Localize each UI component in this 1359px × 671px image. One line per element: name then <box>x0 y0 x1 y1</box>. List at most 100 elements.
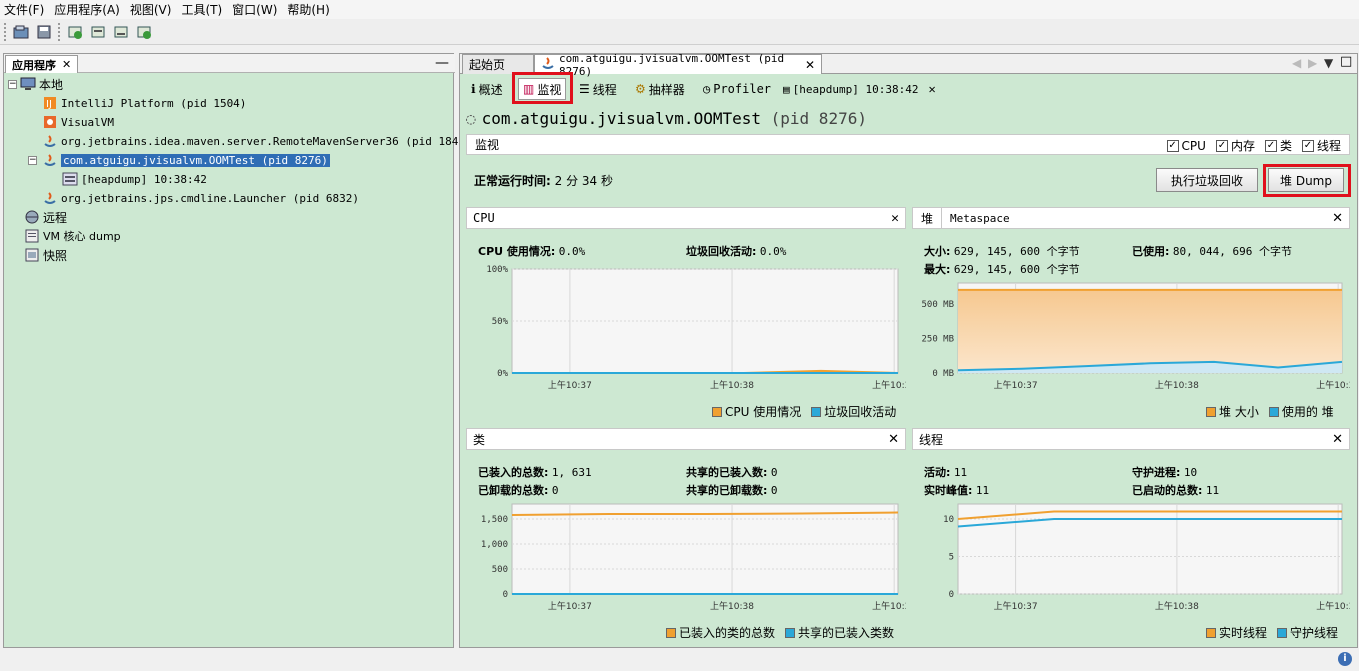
cpu-legend: CPU 使用情况 垃圾回收活动 <box>712 403 896 420</box>
maximize-icon[interactable]: □ <box>1340 54 1352 69</box>
unloaded-classes-stat: 已卸载的总数: 0 <box>478 484 559 497</box>
close-icon[interactable]: ✕ <box>1332 432 1343 447</box>
loaded-classes-stat: 已装入的总数: 1, 631 <box>478 466 592 479</box>
highlight-heap-dump-button <box>1263 164 1351 197</box>
classes-checkbox[interactable]: ✓ 类 <box>1264 137 1292 154</box>
toolbar-grip <box>4 22 8 41</box>
snapshot-icon <box>24 247 40 263</box>
x-tick-label: 上午10:38 <box>1155 600 1199 612</box>
toolbar <box>0 19 1359 45</box>
cpu-checkbox[interactable]: ✓ CPU <box>1166 137 1206 154</box>
x-tick-label: 上午10:39 <box>1316 379 1350 391</box>
close-icon[interactable]: ✕ <box>805 58 815 72</box>
heap-used-stat: 已使用: 80, 044, 696 个字节 <box>1132 245 1292 258</box>
tree-item-intellij[interactable]: IJ IntelliJ Platform (pid 1504) <box>42 94 246 112</box>
cpu-panel-header: CPU ✕ <box>466 207 906 229</box>
legend-swatch-blue <box>811 406 822 417</box>
profiler-clock-icon: ◷ <box>703 82 711 96</box>
y-tick-label: 10 <box>943 515 954 525</box>
threads-chart: 10 5 0 上午10:37 上午10:38 上午10:39 <box>943 503 1350 612</box>
open-file-icon[interactable] <box>12 23 30 41</box>
threads-checkbox[interactable]: ✓ 线程 <box>1301 137 1341 154</box>
tree-node-remote[interactable]: 远程 <box>24 208 67 226</box>
java-icon <box>42 190 58 206</box>
series-area <box>958 289 1342 373</box>
network-icon <box>24 209 40 225</box>
save-icon[interactable] <box>35 23 53 41</box>
close-icon[interactable]: ✕ <box>1332 211 1343 226</box>
minimize-icon[interactable]: — <box>435 55 449 71</box>
tree-item-visualvm[interactable]: VisualVM <box>42 113 114 131</box>
tab-threads[interactable]: ☰ 线程 <box>574 78 622 100</box>
tab-heap[interactable]: 堆 <box>913 208 943 228</box>
visualvm-icon <box>42 114 58 130</box>
tab-heapdump[interactable]: ▤ [heapdump] 10:38:42 ✕ <box>778 78 941 100</box>
add-jmx-icon[interactable] <box>66 23 84 41</box>
x-tick-label: 上午10:37 <box>548 379 592 391</box>
tab-overview[interactable]: ℹ 概述 <box>466 78 508 100</box>
applications-tab[interactable]: 应用程序 ✕ <box>5 55 79 73</box>
tree-item-launcher[interactable]: org.jetbrains.jps.cmdline.Launcher (pid … <box>42 189 359 207</box>
tab-sampler[interactable]: ⚙ 抽样器 <box>630 78 690 100</box>
tab-list-icon[interactable]: ▼ <box>1324 56 1333 70</box>
snapshot-icon[interactable] <box>135 23 153 41</box>
menu-tools[interactable]: 工具(T) <box>181 1 222 18</box>
tab-profiler[interactable]: ◷ Profiler <box>698 78 776 100</box>
y-tick-label: 0% <box>497 369 508 379</box>
x-tick-label: 上午10:38 <box>710 379 754 391</box>
menu-application[interactable]: 应用程序(A) <box>54 1 120 18</box>
threads-panel-header: 线程 ✕ <box>912 428 1350 450</box>
tab-scroll-left-icon[interactable]: ◀ <box>1292 56 1301 70</box>
java-icon <box>42 133 58 149</box>
collapse-icon[interactable]: − <box>28 155 37 165</box>
uptime: 正常运行时间: 2 分 34 秒 <box>474 174 613 188</box>
classes-panel: 类 ✕ 已装入的总数: 1, 631 已卸载的总数: 0 共享的已装入数: 0 共… <box>466 428 906 643</box>
tree-item-heapdump[interactable]: [heapdump] 10:38:42 <box>62 170 207 188</box>
heap-legend: 堆 大小 使用的 堆 <box>1206 403 1334 420</box>
x-tick-label: 上午10:37 <box>994 379 1038 391</box>
heap-dump-icon[interactable] <box>89 23 107 41</box>
x-tick-label: 上午10:39 <box>1316 600 1350 612</box>
page-title: ◌ com.atguigu.jvisualvm.OOMTest (pid 827… <box>466 109 867 128</box>
loading-spinner-icon: ◌ <box>466 109 476 128</box>
tree-node-coredump[interactable]: VM 核心 dump <box>24 227 121 245</box>
info-icon[interactable]: i <box>1338 652 1352 666</box>
menu-window[interactable]: 窗口(W) <box>232 1 277 18</box>
tab-start-page[interactable]: 起始页 <box>462 54 534 74</box>
x-tick-label: 上午10:38 <box>710 600 754 612</box>
started-threads-stat: 已启动的总数: 11 <box>1132 484 1220 497</box>
shared-loaded-stat: 共享的已装入数: 0 <box>686 466 778 479</box>
tree-item-maven-server[interactable]: org.jetbrains.idea.maven.server.RemoteMa… <box>42 132 478 150</box>
menu-bar: 文件(F) 应用程序(A) 视图(V) 工具(T) 窗口(W) 帮助(H) <box>0 0 1359 19</box>
x-tick-label: 上午10:39 <box>872 600 906 612</box>
tab-scroll-right-icon[interactable]: ▶ <box>1308 56 1317 70</box>
tree-node-snapshot[interactable]: 快照 <box>24 246 67 264</box>
y-tick-label: 1,500 <box>481 515 508 525</box>
live-threads-stat: 活动: 11 <box>924 466 968 479</box>
y-tick-label: 50% <box>492 317 509 327</box>
thread-dump-icon[interactable] <box>112 23 130 41</box>
tab-oomtest[interactable]: com.atguigu.jvisualvm.OOMTest (pid 8276)… <box>534 52 822 78</box>
svg-text:IJ: IJ <box>46 99 52 110</box>
menu-view[interactable]: 视图(V) <box>130 1 172 18</box>
perform-gc-button[interactable]: 执行垃圾回收 <box>1156 168 1258 192</box>
shared-unloaded-stat: 共享的已卸载数: 0 <box>686 484 778 497</box>
heap-size-stat: 大小: 629, 145, 600 个字节 <box>924 245 1080 258</box>
peak-threads-stat: 实时峰值: 11 <box>924 484 990 497</box>
collapse-icon[interactable]: − <box>8 79 17 89</box>
close-icon[interactable]: ✕ <box>888 432 899 447</box>
tree-node-local[interactable]: − 本地 <box>8 75 63 93</box>
memory-checkbox[interactable]: ✓ 内存 <box>1215 137 1255 154</box>
highlight-monitor-tab <box>512 72 573 104</box>
menu-file[interactable]: 文件(F) <box>4 1 44 18</box>
overview-icon: ℹ <box>471 82 476 96</box>
y-tick-label: 250 MB <box>921 334 954 344</box>
gc-activity-stat: 垃圾回收活动: 0.0% <box>686 245 787 258</box>
close-icon[interactable]: ✕ <box>891 211 899 226</box>
menu-help[interactable]: 帮助(H) <box>287 1 329 18</box>
tab-metaspace[interactable]: Metaspace <box>942 212 1010 225</box>
close-icon[interactable]: ✕ <box>928 82 935 96</box>
coredump-icon <box>24 228 40 244</box>
close-icon[interactable]: ✕ <box>62 58 71 71</box>
tree-item-oomtest[interactable]: − com.atguigu.jvisualvm.OOMTest (pid 827… <box>28 151 330 169</box>
